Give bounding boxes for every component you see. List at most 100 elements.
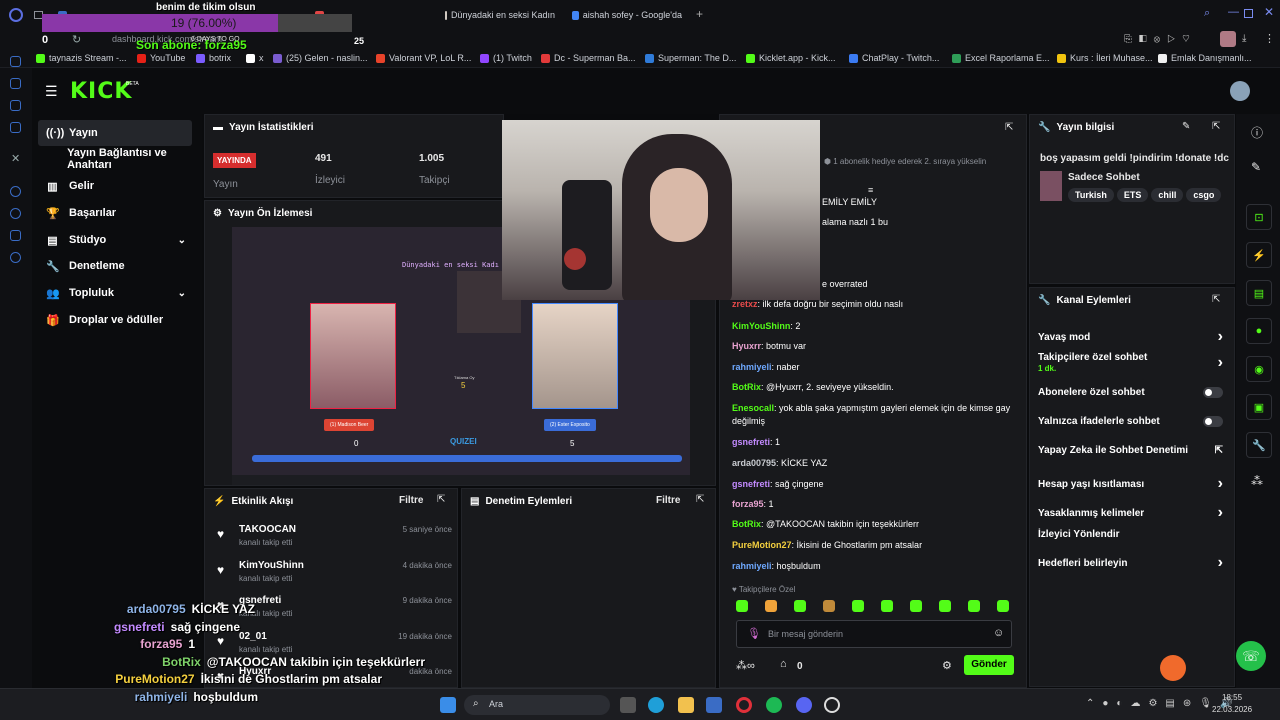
emote-icon[interactable] (997, 600, 1009, 612)
extensions-icons[interactable]: ⎘◧⊗▷♡ (1124, 34, 1197, 45)
browser-profile-icon[interactable] (9, 8, 23, 22)
emote-icon[interactable] (881, 600, 893, 612)
browser-tab[interactable]: Dünyadaki en seksi Kadın (445, 6, 555, 24)
notification-badge-icon[interactable] (1160, 655, 1186, 681)
emote-icon[interactable] (736, 600, 748, 612)
bookmark-item[interactable]: botrix (196, 53, 231, 63)
activity-user[interactable]: KimYouShinn (239, 560, 304, 571)
sidebar-item[interactable]: 🏆 Başarılar (38, 200, 192, 226)
emote-icon[interactable] (852, 600, 864, 612)
channel-action-item[interactable]: Takipçilere özel sohbet 1 dk. › (1038, 352, 1223, 374)
close-icon[interactable]: ✕ (1264, 5, 1274, 19)
bookmark-item[interactable]: (1) Twitch (480, 53, 532, 63)
search-tabs-icon[interactable]: ⌕ (1204, 7, 1210, 20)
popout-icon[interactable]: ⇱ (1212, 294, 1220, 305)
chat-input[interactable]: 🎙 Bir mesaj gönderin ☺ (736, 620, 1012, 648)
mic-icon[interactable]: 🎙 (747, 627, 761, 640)
edit-icon[interactable]: ✎ (1182, 121, 1190, 132)
sidebar-app-icon[interactable] (10, 186, 21, 197)
maximize-icon[interactable] (1244, 9, 1253, 18)
sidebar-item[interactable]: 🔧 Denetleme (38, 253, 192, 279)
chat-username[interactable]: gsnefreti (732, 437, 770, 447)
tools-icon[interactable]: 🔧 (1246, 432, 1272, 458)
task-view-icon[interactable] (620, 697, 636, 713)
notes-icon[interactable]: ▤ (1246, 280, 1272, 306)
send-button[interactable]: Gönder (964, 655, 1014, 675)
spotify-icon[interactable] (766, 697, 782, 713)
channel-action-item[interactable]: Hedefleri belirleyin › (1038, 554, 1223, 572)
minimize-icon[interactable]: — (1228, 6, 1239, 18)
chat-username[interactable]: Enesocall (732, 403, 774, 413)
new-tab-icon[interactable]: + (696, 7, 703, 21)
chat-username[interactable]: gsnefreti (732, 479, 770, 489)
popout-icon[interactable]: ⇱ (1212, 121, 1220, 132)
edge-icon[interactable] (648, 697, 664, 713)
opera-icon[interactable] (736, 697, 752, 713)
sidebar-item[interactable]: ((·)) Yayın (38, 120, 192, 146)
category-name[interactable]: Sadece Sohbet (1068, 172, 1140, 183)
sidebar-app-icon[interactable] (10, 100, 21, 111)
bookmark-item[interactable]: Kicklet.app - Kick... (746, 53, 836, 63)
chat-username[interactable]: Hyuxrr (732, 341, 761, 351)
menu-icon[interactable]: ⋮ (1264, 32, 1275, 45)
browser-tab[interactable]: aishah sofey - Google'da (572, 6, 682, 24)
chat-username[interactable]: arda00795 (732, 458, 776, 468)
more-icon[interactable]: ⁂ (1251, 474, 1263, 488)
user-avatar[interactable] (1230, 81, 1250, 101)
taskbar-search[interactable]: ⌕ Ara (464, 695, 610, 715)
bookmark-item[interactable]: x (246, 53, 264, 63)
start-icon[interactable] (440, 697, 456, 713)
broadcast-icon[interactable]: ◉ (1246, 356, 1272, 382)
bookmark-item[interactable]: Emlak Danışmanlı... (1158, 53, 1252, 63)
app-icon[interactable] (706, 697, 722, 713)
channel-action-item[interactable]: Yasaklanmış kelimeler › (1038, 504, 1223, 522)
edit-icon[interactable]: ✎ (1251, 160, 1261, 174)
sidebar-app-icon[interactable] (10, 122, 21, 133)
chat-username[interactable]: forza95 (732, 499, 764, 509)
sidebar-app-icon[interactable] (10, 56, 21, 67)
chat-username[interactable]: PureMotion27 (732, 540, 792, 550)
chat-username[interactable]: BotRix (732, 382, 761, 392)
emote-icon[interactable] (794, 600, 806, 612)
bookmark-item[interactable]: Dc - Superman Ba... (541, 53, 636, 63)
channel-action-item[interactable]: Yapay Zeka ile Sohbet Denetimi ⇱ (1038, 445, 1223, 456)
points-icon[interactable]: ⁂∞ (736, 659, 755, 672)
chat-bubble-icon[interactable]: ● (1246, 318, 1272, 344)
chat-username[interactable]: rahmiyeli (732, 362, 772, 372)
bookmark-item[interactable]: (25) Gelen - naslin... (273, 53, 368, 63)
activity-filter-button[interactable]: Filtre (399, 495, 423, 506)
sidebar-item[interactable]: ▤ Stüdyo ⌄ (38, 227, 192, 253)
bookmark-item[interactable]: Superman: The D... (645, 53, 736, 63)
toggle-switch[interactable] (1203, 416, 1223, 427)
chat-username[interactable]: rahmiyeli (732, 561, 772, 571)
obs-icon[interactable] (824, 697, 840, 713)
emoji-icon[interactable]: ☺ (993, 627, 1004, 639)
layout-icon[interactable]: ▣ (1246, 394, 1272, 420)
emote-icon[interactable] (968, 600, 980, 612)
clock-time[interactable]: 18:55 (1222, 693, 1242, 702)
chat-username[interactable]: BotRix (732, 519, 761, 529)
raid-icon[interactable]: ⚡ (1246, 242, 1272, 268)
bookmark-item[interactable]: Kurs : İleri Muhase... (1057, 53, 1153, 63)
sidebar-app-icon[interactable] (10, 230, 21, 241)
info-icon[interactable]: ⓘ (1251, 124, 1263, 141)
x-icon[interactable]: ✕ (11, 152, 20, 165)
bookmark-item[interactable]: YouTube (137, 53, 185, 63)
clock-date[interactable]: 22.03.2026 (1212, 705, 1252, 714)
chat-settings-icon[interactable]: ⚙ (942, 659, 952, 672)
popout-icon[interactable]: ⇱ (696, 494, 704, 505)
bookmark-item[interactable]: taynazis Stream -... (36, 53, 127, 63)
file-explorer-icon[interactable] (678, 697, 694, 713)
emote-icon[interactable] (765, 600, 777, 612)
bookmark-item[interactable]: Excel Raporlama E... (952, 53, 1050, 63)
popout-icon[interactable]: ⇱ (437, 494, 445, 505)
stream-tag[interactable]: chill (1151, 188, 1184, 202)
downloads-icon[interactable]: ⤓ (1242, 33, 1246, 44)
kick-logo[interactable]: KICK (70, 79, 132, 104)
channel-action-item[interactable]: Yavaş mod › (1038, 328, 1223, 346)
emote-icon[interactable] (910, 600, 922, 612)
pinned-icon[interactable]: ≡ (868, 185, 873, 195)
support-button[interactable]: ☏ (1236, 641, 1266, 671)
settings-icon[interactable] (10, 252, 21, 263)
activity-user[interactable]: TAKOOCAN (239, 524, 296, 535)
